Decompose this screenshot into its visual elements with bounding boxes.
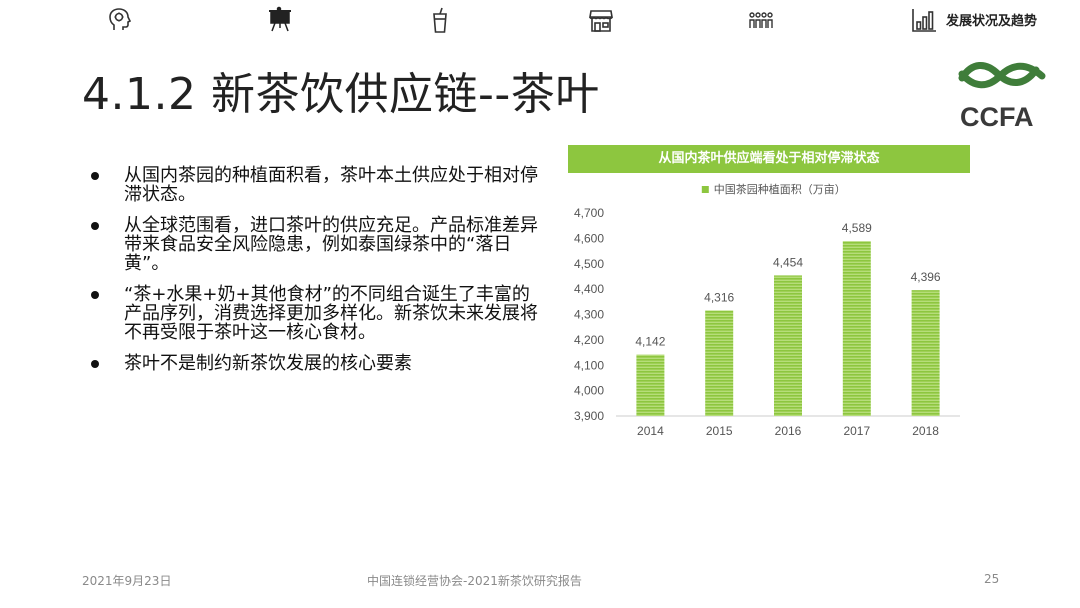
bullet-text: 茶叶不是制约新茶饮发展的核心要素: [124, 353, 412, 374]
nav-active-label[interactable]: 发展状况及趋势: [946, 10, 1037, 29]
page-title: 4.1.2 新茶饮供应链--茶叶: [82, 69, 600, 120]
y-tick-label: 4,200: [574, 333, 604, 347]
bar: [911, 290, 940, 416]
y-tick-label: 3,900: [574, 409, 604, 423]
y-tick-label: 4,500: [574, 257, 604, 271]
bar: [842, 241, 871, 416]
x-tick-label: 2018: [912, 424, 939, 438]
chart-panel: 从国内茶叶供应端看处于相对停滞状态 中国茶园种植面积（万亩） 3,900 4,000…: [568, 145, 970, 445]
people-group-icon[interactable]: [747, 6, 775, 34]
data-label: 4,454: [773, 255, 803, 269]
y-tick-label: 4,100: [574, 358, 604, 372]
y-tick-label: 4,000: [574, 384, 604, 398]
presentation-board-icon[interactable]: [266, 6, 294, 34]
bar-chart: 中国茶园种植面积（万亩） 3,900 4,000 4,100 4,200 4,300 4,4…: [574, 182, 960, 438]
page-number: 25: [984, 572, 1000, 586]
bullet-list: 从国内茶园的种植面积看，茶叶本土供应处于相对停滞状态。 从全球范围看，进口茶叶的…: [88, 166, 538, 385]
legend-swatch: [701, 186, 709, 193]
y-tick-label: 4,700: [574, 206, 604, 220]
bar-chart-icon[interactable]: [910, 6, 938, 34]
top-navigation: 发展状况及趋势: [0, 0, 1080, 40]
data-label: 4,396: [911, 270, 941, 284]
footer-source: 中国连锁经营协会-2021新茶饮研究报告: [367, 574, 582, 588]
logo-text: CCFA: [960, 102, 1034, 132]
x-tick-label: 2016: [775, 424, 802, 438]
bullet-text: 从国内茶园的种植面积看，茶叶本土供应处于相对停滞状态。: [124, 165, 538, 205]
ccfa-logo: CCFA: [958, 56, 1052, 132]
bullet-item: 从全球范围看，进口茶叶的供应充足。产品标准差异带来食品安全风险隐患，例如泰国绿茶…: [88, 216, 538, 273]
data-label: 4,589: [842, 221, 872, 235]
brain-head-icon[interactable]: [106, 6, 134, 34]
bullet-item: “茶+水果+奶+其他食材”的不同组合诞生了丰富的产品序列，消费选择更加多样化。新…: [88, 285, 538, 342]
chart-title: 从国内茶叶供应端看处于相对停滞状态: [568, 145, 970, 173]
bar: [636, 354, 665, 416]
data-label: 4,142: [635, 335, 665, 349]
data-label: 4,316: [704, 290, 734, 304]
legend-label: 中国茶园种植面积（万亩）: [714, 182, 846, 196]
bullet-text: “茶+水果+奶+其他食材”的不同组合诞生了丰富的产品序列，消费选择更加多样化。新…: [124, 284, 538, 343]
footer-date: 2021年9月23日: [82, 574, 172, 588]
x-tick-label: 2014: [637, 424, 664, 438]
storefront-icon[interactable]: [587, 6, 615, 34]
x-tick-label: 2015: [706, 424, 733, 438]
x-tick-label: 2017: [843, 424, 870, 438]
bar: [774, 275, 802, 416]
y-tick-label: 4,300: [574, 308, 604, 322]
bullet-item: 茶叶不是制约新茶饮发展的核心要素: [88, 354, 538, 373]
bullet-text: 从全球范围看，进口茶叶的供应充足。产品标准差异带来食品安全风险隐患，例如泰国绿茶…: [124, 215, 538, 274]
y-tick-label: 4,600: [574, 231, 604, 245]
bar: [705, 310, 734, 416]
bullet-item: 从国内茶园的种植面积看，茶叶本土供应处于相对停滞状态。: [88, 166, 538, 204]
drink-cup-icon[interactable]: [426, 6, 454, 34]
y-tick-label: 4,400: [574, 282, 604, 296]
